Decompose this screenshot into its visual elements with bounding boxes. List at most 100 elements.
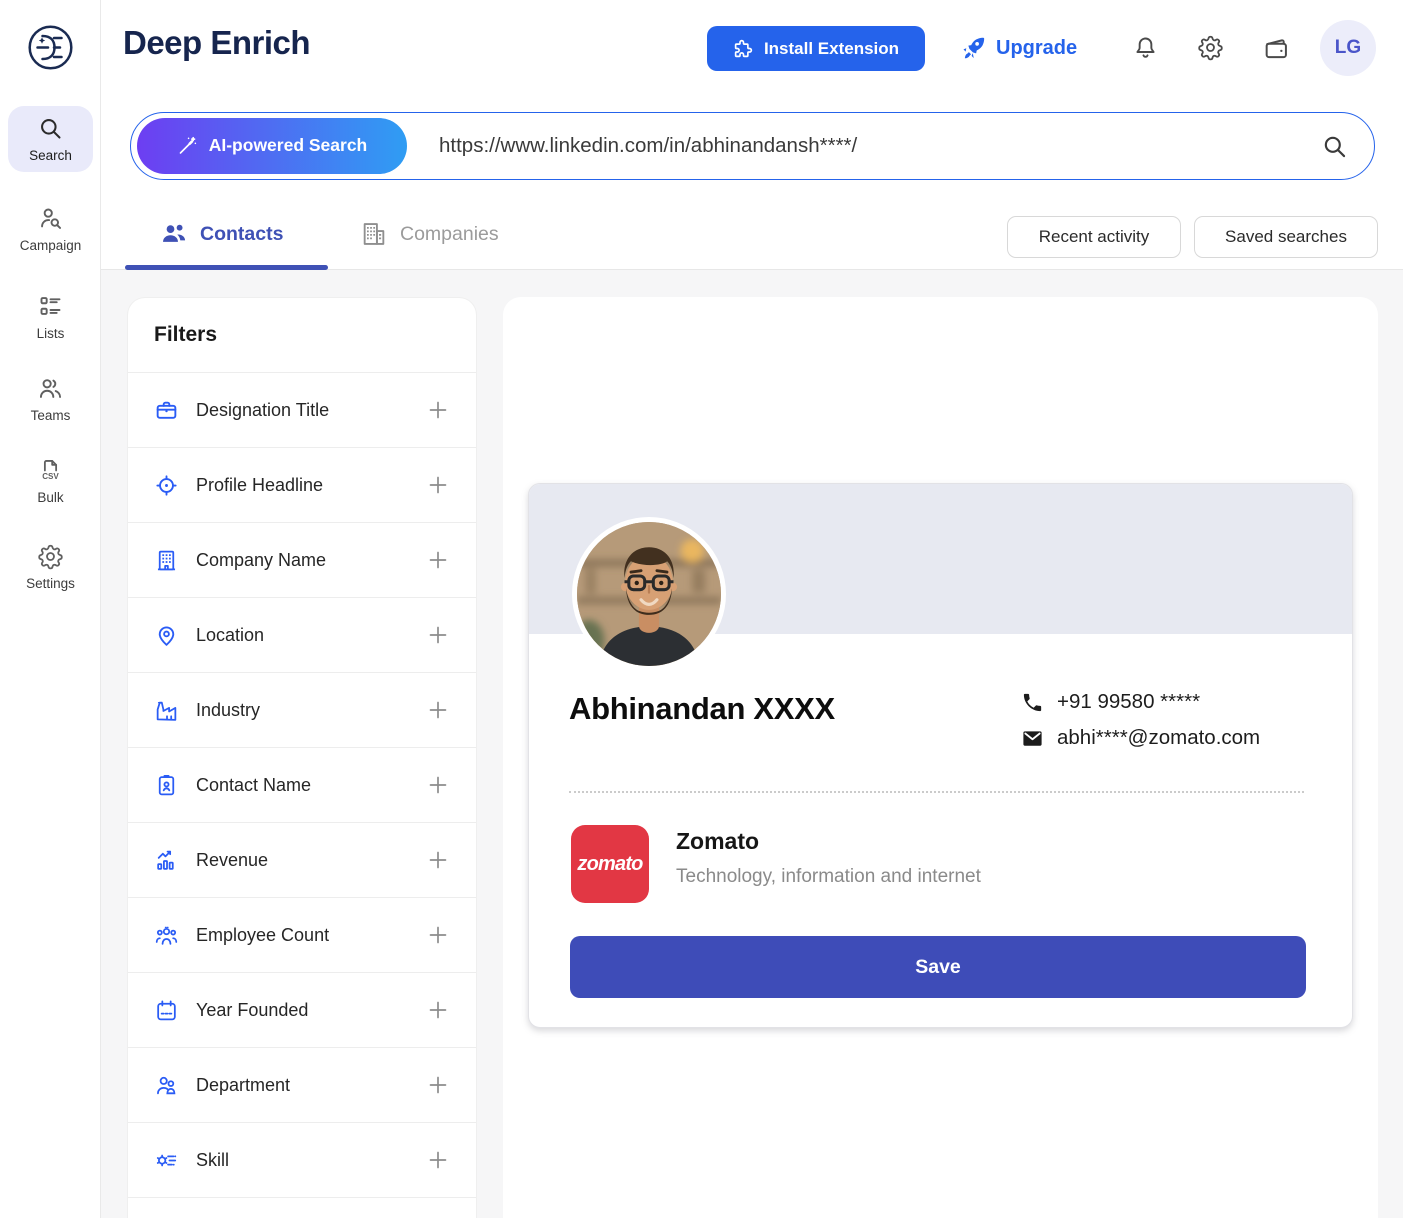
envelope-icon <box>1021 727 1044 750</box>
skill-gear-icon <box>154 1148 179 1173</box>
filter-label: Industry <box>196 700 426 721</box>
company-info: Zomato Technology, information and inter… <box>676 828 981 888</box>
org-people-icon <box>154 1073 179 1098</box>
plus-icon[interactable] <box>426 548 450 572</box>
saved-searches-button[interactable]: Saved searches <box>1194 216 1378 258</box>
plus-icon[interactable] <box>426 1073 450 1097</box>
app-title: Deep Enrich <box>123 24 310 62</box>
sidebar-item-label: Campaign <box>20 238 82 253</box>
ai-powered-search-button[interactable]: AI-powered Search <box>137 118 407 174</box>
sidebar-item-bulk[interactable]: CSV Bulk <box>8 448 93 514</box>
svg-text:CSV: CSV <box>42 472 59 481</box>
tab-label: Companies <box>400 223 499 246</box>
sidebar-item-settings[interactable]: Settings <box>8 534 93 600</box>
csv-file-icon: CSV <box>37 457 64 484</box>
plus-icon[interactable] <box>426 623 450 647</box>
contact-details: +91 99580 ***** abhi****@zomato.com <box>1021 684 1260 756</box>
tab-companies[interactable]: Companies <box>360 220 499 248</box>
plus-icon[interactable] <box>426 773 450 797</box>
target-icon <box>154 473 179 498</box>
filter-row-industry[interactable]: Industry <box>128 673 476 748</box>
install-extension-button[interactable]: Install Extension <box>707 26 925 71</box>
filters-panel: Filters Designation Title <box>127 297 477 1218</box>
user-avatar[interactable]: LG <box>1320 20 1376 76</box>
save-button[interactable]: Save <box>570 936 1306 998</box>
tab-contacts[interactable]: Contacts <box>160 220 283 248</box>
zomato-logo: zomato <box>571 825 649 903</box>
id-badge-icon <box>154 773 179 798</box>
wallet-icon[interactable] <box>1262 35 1289 62</box>
install-extension-label: Install Extension <box>764 39 899 59</box>
plus-icon[interactable] <box>426 923 450 947</box>
briefcase-icon <box>154 398 179 423</box>
calendar-icon <box>154 998 179 1023</box>
sidebar-item-label: Teams <box>31 408 71 423</box>
contact-email: abhi****@zomato.com <box>1057 726 1260 750</box>
sidebar-item-teams[interactable]: Teams <box>8 366 93 432</box>
profile-card: Abhinandan XXXX +91 99580 ***** <box>528 483 1353 1028</box>
gear-icon[interactable] <box>1197 34 1224 61</box>
sidebar-item-label: Settings <box>26 576 75 591</box>
gear-icon <box>37 543 64 570</box>
rocket-icon <box>960 35 986 61</box>
profile-photo <box>572 517 726 671</box>
people-icon <box>37 375 64 402</box>
building-icon <box>154 548 179 573</box>
bar-chart-icon <box>154 848 179 873</box>
contact-name: Abhinandan XXXX <box>569 691 835 727</box>
sidebar-item-lists[interactable]: Lists <box>8 284 93 350</box>
ai-powered-search-label: AI-powered Search <box>209 135 368 156</box>
filter-row-contact-name[interactable]: Contact Name <box>128 748 476 823</box>
filter-row-employee-count[interactable]: Employee Count <box>128 898 476 973</box>
filter-label: Profile Headline <box>196 475 426 496</box>
company-industry: Technology, information and internet <box>676 866 981 888</box>
plus-icon[interactable] <box>426 998 450 1022</box>
plus-icon[interactable] <box>426 398 450 422</box>
plus-icon[interactable] <box>426 1148 450 1172</box>
sidebar: Search Campaign Lists <box>0 0 101 1218</box>
company-name: Zomato <box>676 828 981 855</box>
filter-row-skill[interactable]: Skill <box>128 1123 476 1198</box>
people-icon <box>160 220 188 248</box>
filter-row-department[interactable]: Department <box>128 1048 476 1123</box>
filter-row-revenue[interactable]: Revenue <box>128 823 476 898</box>
phone-row: +91 99580 ***** <box>1021 684 1260 720</box>
recent-activity-button[interactable]: Recent activity <box>1007 216 1181 258</box>
magic-wand-icon <box>177 135 198 156</box>
search-url-input[interactable] <box>439 119 1403 173</box>
sidebar-item-search[interactable]: Search <box>8 106 93 172</box>
person-search-icon <box>37 205 64 232</box>
filters-title: Filters <box>128 298 476 373</box>
zomato-logo-text: zomato <box>577 853 642 876</box>
filter-label: Company Name <box>196 550 426 571</box>
app-window: Search Campaign Lists <box>0 0 1403 1218</box>
plus-icon[interactable] <box>426 698 450 722</box>
bell-icon[interactable] <box>1132 34 1159 61</box>
plus-icon[interactable] <box>426 473 450 497</box>
filter-label: Department <box>196 1075 426 1096</box>
plus-icon[interactable] <box>426 848 450 872</box>
factory-icon <box>154 698 179 723</box>
filter-label: Skill <box>196 1150 426 1171</box>
map-pin-icon <box>154 623 179 648</box>
filter-row-company-name[interactable]: Company Name <box>128 523 476 598</box>
filter-label: Employee Count <box>196 925 426 946</box>
filter-label: Year Founded <box>196 1000 426 1021</box>
filter-row-location[interactable]: Location <box>128 598 476 673</box>
search-bar: AI-powered Search <box>130 112 1375 180</box>
filter-row-year-founded[interactable]: Year Founded <box>128 973 476 1048</box>
sidebar-item-campaign[interactable]: Campaign <box>8 196 93 262</box>
filter-row-designation-title[interactable]: Designation Title <box>128 373 476 448</box>
dashed-divider <box>569 791 1304 793</box>
avatar-initials: LG <box>1335 37 1361 59</box>
sidebar-item-label: Search <box>29 148 72 163</box>
list-icon <box>37 293 64 320</box>
sidebar-item-label: Lists <box>37 326 65 341</box>
filter-label: Revenue <box>196 850 426 871</box>
deep-enrich-logo-icon <box>27 24 74 71</box>
people-group-icon <box>154 923 179 948</box>
search-icon[interactable] <box>1321 133 1348 160</box>
upgrade-button[interactable]: Upgrade <box>960 32 1077 64</box>
email-row: abhi****@zomato.com <box>1021 720 1260 756</box>
filter-row-profile-headline[interactable]: Profile Headline <box>128 448 476 523</box>
